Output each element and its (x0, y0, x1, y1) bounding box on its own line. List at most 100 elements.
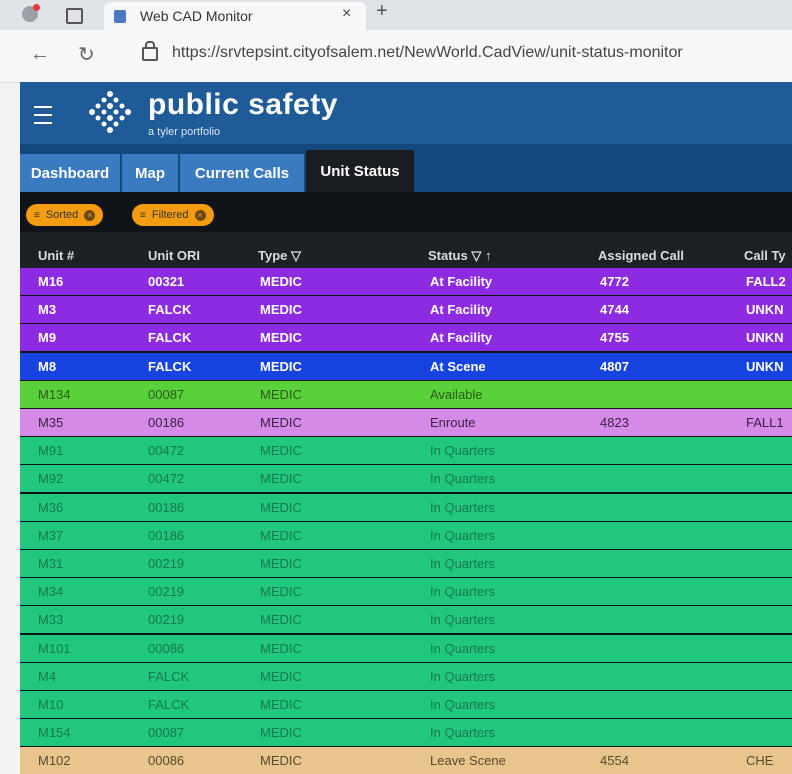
col-type[interactable]: Type ▽ (258, 248, 301, 264)
table-row[interactable]: M92 00472 MEDIC In Quarters (20, 465, 792, 493)
profile-icon[interactable] (22, 4, 40, 22)
table-row[interactable]: M154 00087 MEDIC In Quarters (20, 719, 792, 747)
cell-assigned-call: 4823 (600, 415, 629, 430)
tab-map[interactable]: Map (122, 154, 178, 192)
cell-status: In Quarters (430, 725, 496, 741)
favicon-icon (114, 10, 126, 23)
cell-status: Leave Scene (430, 753, 506, 769)
hamburger-menu-icon[interactable] (34, 106, 52, 124)
cell-assigned-call: 4755 (600, 330, 629, 346)
cell-unit: M33 (38, 612, 64, 628)
back-arrow-icon[interactable]: ← (30, 43, 50, 66)
table-row[interactable]: M36 00186 MEDIC In Quarters (20, 493, 792, 521)
cell-status: In Quarters (430, 556, 496, 571)
table-row[interactable]: M102 00086 MEDIC Leave Scene 4554 CHE (20, 747, 792, 774)
clear-filter-icon[interactable]: × (194, 209, 206, 221)
table-row[interactable]: M34 00219 MEDIC In Quarters (20, 578, 792, 606)
table-row[interactable]: M35 00186 MEDIC Enroute 4823 FALL1 (20, 409, 792, 436)
tab-label: Dashboard (30, 164, 110, 182)
table-row[interactable]: M91 00472 MEDIC In Quarters (20, 437, 792, 465)
cell-status: In Quarters (430, 527, 496, 543)
cell-status: At Facility (430, 274, 493, 289)
cell-status: At Facility (430, 302, 493, 318)
filtered-chip[interactable]: ≡ Filtered × (132, 204, 214, 226)
tab-current-calls[interactable]: Current Calls (180, 154, 304, 192)
cell-call-type: FALL2 (746, 274, 786, 289)
cell-type: MEDIC (260, 499, 302, 515)
col-status-label: Status (428, 248, 468, 263)
table-row[interactable]: M9 FALCK MEDIC At Facility 4755 UNKN (20, 324, 792, 352)
table-row[interactable]: M101 00086 MEDIC In Quarters (20, 634, 792, 662)
address-bar: ← ↻ https://srvtepsint.cityofsalem.net/N… (0, 30, 792, 83)
filter-funnel-icon[interactable]: ▽ (291, 248, 301, 263)
cell-unit-ori: 00087 (148, 386, 185, 402)
table-row[interactable]: M8 FALCK MEDIC At Scene 4807 UNKN (20, 352, 792, 380)
clear-sort-icon[interactable]: × (84, 209, 96, 221)
filtered-label: Filtered (151, 209, 189, 221)
cell-status: In Quarters (430, 471, 496, 487)
cell-unit-ori: 00472 (148, 443, 185, 459)
cell-type: MEDIC (260, 725, 302, 741)
col-unit[interactable]: Unit # (38, 248, 74, 263)
cell-unit: M10 (38, 697, 64, 712)
cell-status: At Scene (430, 358, 486, 374)
unit-status-panel: ≡ Sorted × ≡ Filtered × Unit # Unit ORI … (20, 192, 792, 774)
tab-label: Unit Status (320, 162, 400, 180)
cell-unit-ori: 00086 (148, 640, 185, 656)
table-row[interactable]: M31 00219 MEDIC In Quarters (20, 550, 792, 577)
col-status[interactable]: Status ▽ ↑ (428, 248, 491, 264)
new-tab-button[interactable]: + (376, 0, 388, 23)
tab-title: Web CAD Monitor (140, 8, 253, 24)
table-row[interactable]: M134 00087 MEDIC Available (20, 380, 792, 408)
tab-close-button[interactable]: × (342, 5, 351, 23)
browser-tab[interactable]: Web CAD Monitor × (104, 2, 366, 30)
cell-unit: M134 (38, 386, 71, 402)
cell-unit-ori: 00186 (148, 499, 185, 515)
cell-unit: M16 (38, 274, 64, 289)
cell-unit: M91 (38, 443, 64, 459)
cell-type: MEDIC (260, 612, 302, 628)
cell-unit-ori: FALCK (148, 358, 192, 374)
cell-assigned-call: 4744 (600, 302, 629, 318)
col-assigned-call[interactable]: Assigned Call (598, 248, 684, 263)
url-field[interactable]: https://srvtepsint.cityofsalem.net/NewWo… (172, 44, 683, 62)
cell-type: MEDIC (260, 330, 302, 346)
cell-status: In Quarters (430, 668, 496, 684)
table-row[interactable]: M33 00219 MEDIC In Quarters (20, 606, 792, 634)
cell-type: MEDIC (260, 443, 302, 459)
cell-type: MEDIC (260, 274, 302, 289)
cell-unit-ori: FALCK (148, 697, 190, 712)
brand-name: public safety (148, 88, 338, 121)
sort-asc-icon[interactable]: ▽ ↑ (471, 248, 491, 263)
sorted-chip[interactable]: ≡ Sorted × (26, 204, 104, 226)
table-row[interactable]: M16 00321 MEDIC At Facility 4772 FALL2 (20, 268, 792, 295)
cell-unit: M92 (38, 471, 64, 487)
cell-unit: M101 (38, 640, 71, 656)
cell-unit: M3 (38, 302, 57, 318)
col-unit-ori[interactable]: Unit ORI (148, 248, 200, 263)
cell-unit: M8 (38, 358, 57, 374)
cell-unit-ori: 00219 (148, 556, 185, 571)
cell-type: MEDIC (260, 358, 302, 374)
table-row[interactable]: M37 00186 MEDIC In Quarters (20, 521, 792, 549)
cell-type: MEDIC (260, 386, 302, 402)
cell-unit-ori: 00087 (148, 725, 185, 741)
lock-icon[interactable] (142, 41, 158, 61)
tab-unit-status[interactable]: Unit Status (306, 150, 414, 192)
reload-icon[interactable]: ↻ (78, 42, 95, 67)
cell-call-type: UNKN (746, 302, 784, 318)
tab-actions-icon[interactable] (66, 8, 83, 24)
cell-unit: M9 (38, 330, 57, 346)
cell-type: MEDIC (260, 640, 302, 656)
cell-status: Available (430, 386, 483, 402)
cell-call-type: UNKN (746, 358, 784, 374)
cell-status: At Facility (430, 330, 493, 346)
cell-unit-ori: FALCK (148, 330, 192, 346)
table-row[interactable]: M10 FALCK MEDIC In Quarters (20, 691, 792, 718)
tab-dashboard[interactable]: Dashboard (20, 154, 120, 192)
table-row[interactable]: M3 FALCK MEDIC At Facility 4744 UNKN (20, 296, 792, 324)
cell-unit: M31 (38, 556, 64, 571)
logo-icon (89, 91, 131, 133)
col-call-type[interactable]: Call Ty (744, 248, 786, 263)
table-row[interactable]: M4 FALCK MEDIC In Quarters (20, 662, 792, 690)
